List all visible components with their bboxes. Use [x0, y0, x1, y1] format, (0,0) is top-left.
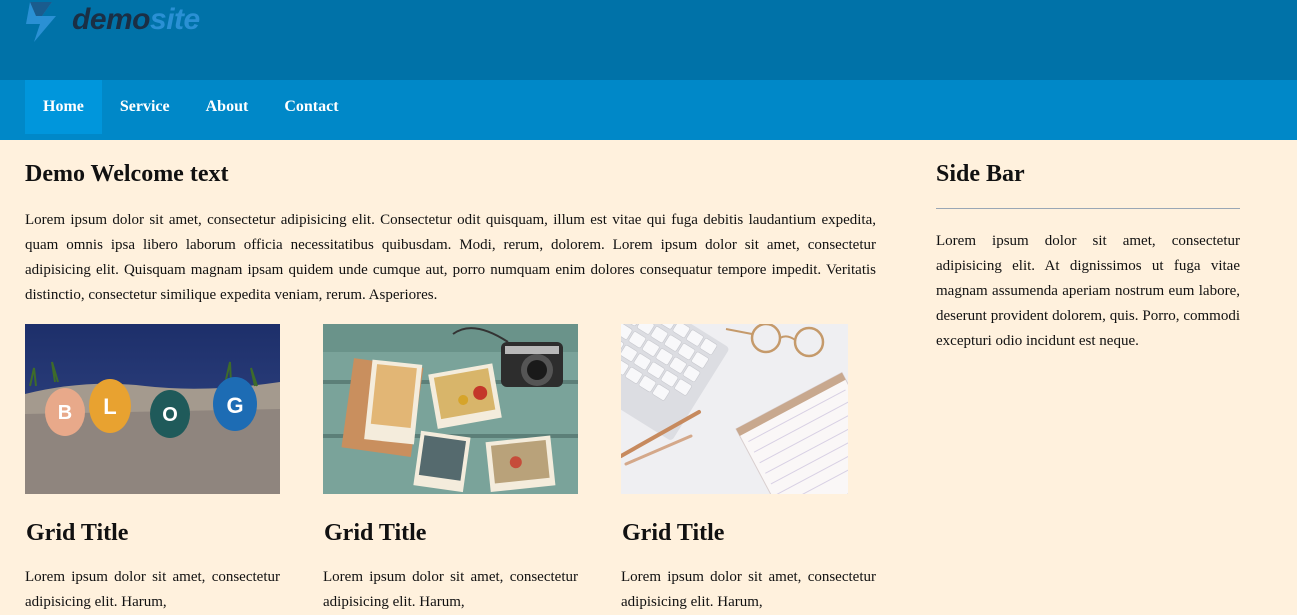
sidebar-text: Lorem ipsum dolor sit amet, consectetur …	[936, 233, 1240, 349]
grid-card: Grid Title Lorem ipsum dolor sit amet, c…	[621, 324, 876, 615]
grid-text: Lorem ipsum dolor sit amet, consectetur …	[323, 569, 578, 610]
svg-text:B: B	[58, 402, 72, 424]
logo-demo-text: demo	[72, 3, 151, 36]
main-nav: Home Service About Contact	[0, 80, 1297, 140]
grid-card: B L O G Grid Title Lorem ipsum dolor sit…	[25, 324, 280, 615]
svg-text:O: O	[162, 404, 178, 426]
sidebar-title: Side Bar	[936, 161, 1025, 187]
logo-text: demosite	[72, 5, 200, 35]
grid-text: Lorem ipsum dolor sit amet, consectetur …	[621, 569, 876, 610]
content-area: Demo Welcome text Lorem ipsum dolor sit …	[0, 140, 1297, 615]
svg-text:L: L	[103, 394, 116, 419]
grid-title: Grid Title	[324, 520, 427, 546]
nav-item-service[interactable]: Service	[102, 80, 188, 134]
svg-text:G: G	[226, 393, 243, 418]
grid-title: Grid Title	[26, 520, 129, 546]
desk-keyboard-image[interactable]	[621, 324, 848, 494]
main-column: Demo Welcome text Lorem ipsum dolor sit …	[25, 140, 876, 615]
sidebar-divider	[936, 208, 1240, 209]
bolt-logo-icon	[26, 2, 56, 42]
site-header: demosite	[0, 0, 1297, 80]
logo-site-text: site	[150, 3, 200, 36]
grid-title: Grid Title	[622, 520, 725, 546]
nav-item-contact[interactable]: Contact	[266, 80, 356, 134]
photos-camera-image[interactable]	[323, 324, 578, 494]
sidebar: Side Bar Lorem ipsum dolor sit amet, con…	[936, 140, 1240, 615]
intro-paragraph: Lorem ipsum dolor sit amet, consectetur …	[25, 212, 876, 303]
grid-card: Grid Title Lorem ipsum dolor sit amet, c…	[323, 324, 578, 615]
card-grid: B L O G Grid Title Lorem ipsum dolor sit…	[25, 324, 876, 615]
nav-item-home[interactable]: Home	[25, 80, 102, 134]
blog-stones-image[interactable]: B L O G	[25, 324, 280, 494]
site-logo[interactable]: demosite	[22, 0, 200, 44]
nav-item-about[interactable]: About	[188, 80, 267, 134]
page-title: Demo Welcome text	[25, 161, 229, 187]
grid-text: Lorem ipsum dolor sit amet, consectetur …	[25, 569, 280, 610]
